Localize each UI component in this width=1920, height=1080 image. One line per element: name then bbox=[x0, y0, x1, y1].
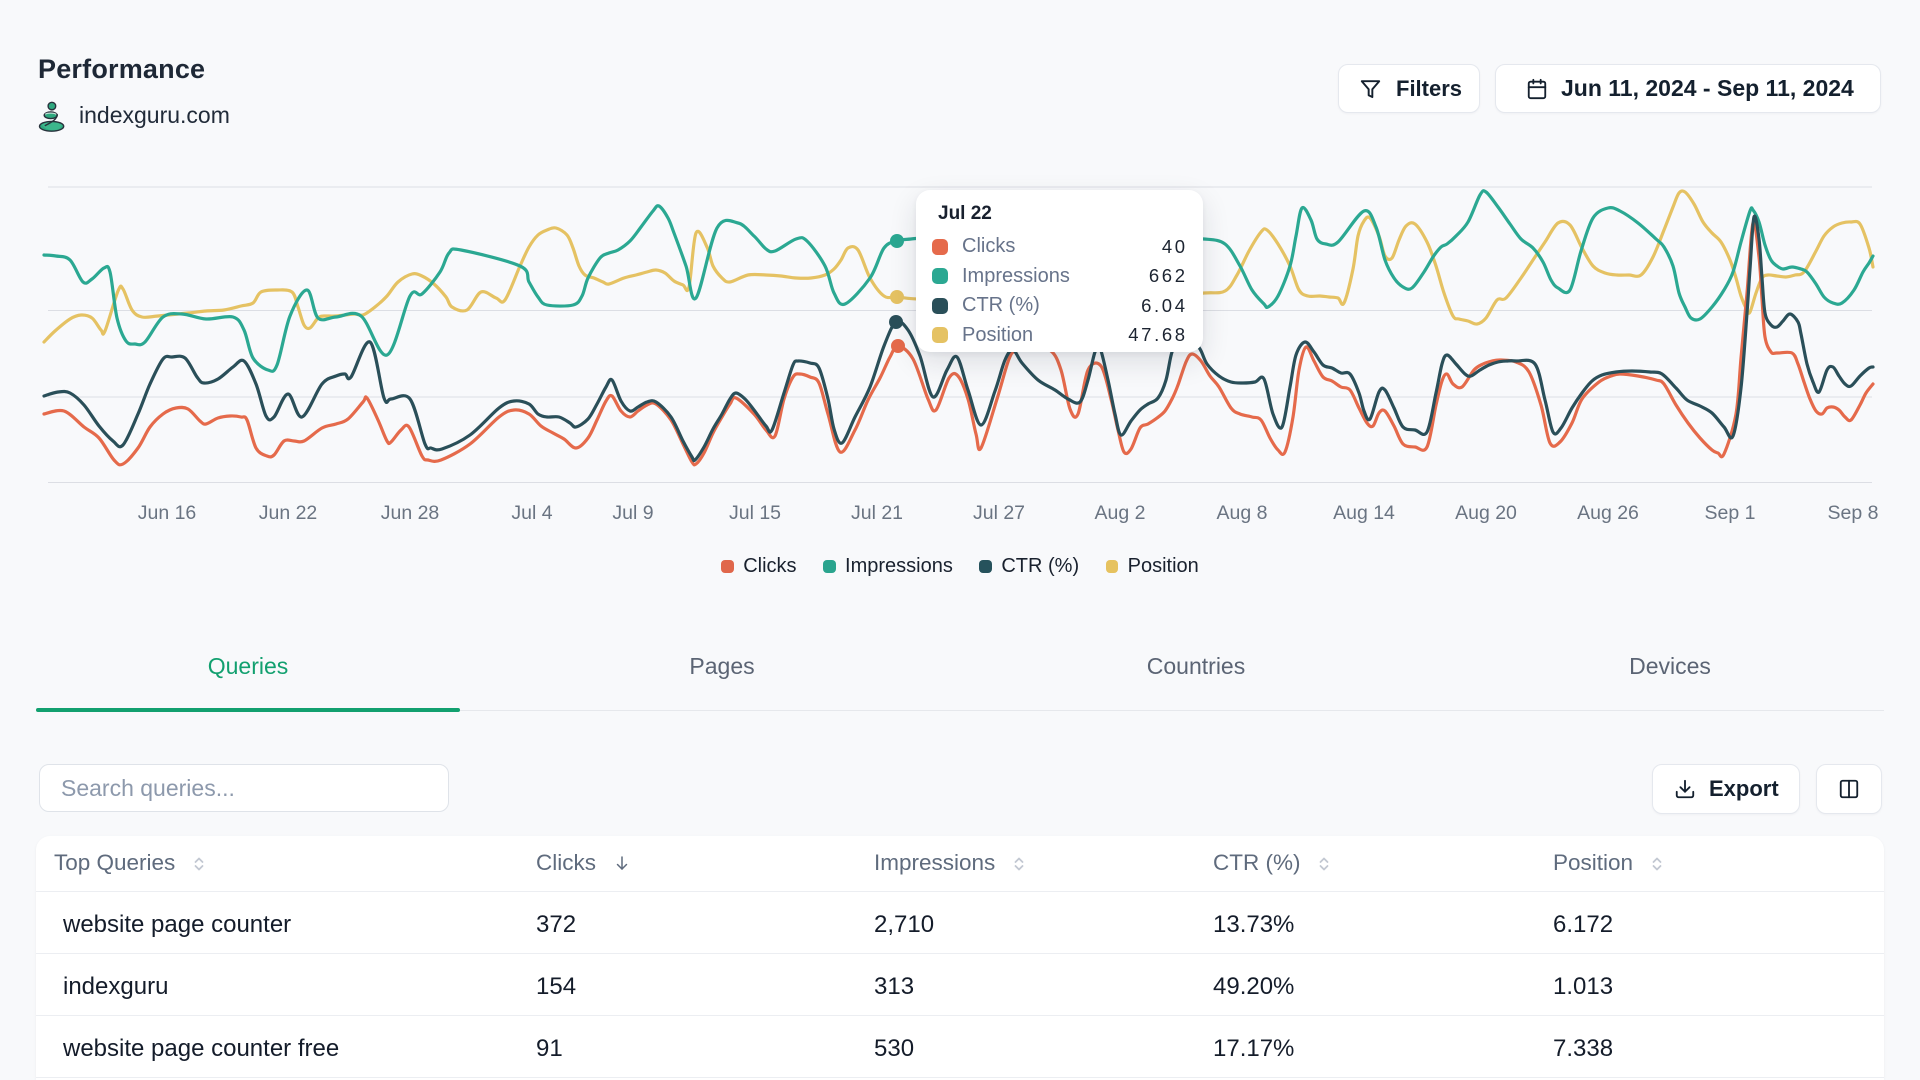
svg-text:Aug 14: Aug 14 bbox=[1333, 502, 1395, 524]
svg-text:Jul 27: Jul 27 bbox=[973, 502, 1025, 524]
svg-text:Jul 15: Jul 15 bbox=[729, 502, 781, 524]
svg-text:Aug 8: Aug 8 bbox=[1217, 502, 1268, 524]
svg-text:Jul 9: Jul 9 bbox=[612, 502, 653, 524]
svg-text:Jul 4: Jul 4 bbox=[511, 502, 552, 524]
svg-text:Jun 22: Jun 22 bbox=[259, 502, 318, 524]
svg-text:Jun 28: Jun 28 bbox=[381, 502, 440, 524]
svg-text:Sep 1: Sep 1 bbox=[1705, 502, 1756, 524]
svg-text:Aug 2: Aug 2 bbox=[1095, 502, 1146, 524]
svg-text:Sep 8: Sep 8 bbox=[1828, 502, 1879, 524]
svg-text:Jun 16: Jun 16 bbox=[138, 502, 197, 524]
svg-text:Jul 21: Jul 21 bbox=[851, 502, 903, 524]
svg-text:Aug 26: Aug 26 bbox=[1577, 502, 1639, 524]
svg-text:Aug 20: Aug 20 bbox=[1455, 502, 1517, 524]
